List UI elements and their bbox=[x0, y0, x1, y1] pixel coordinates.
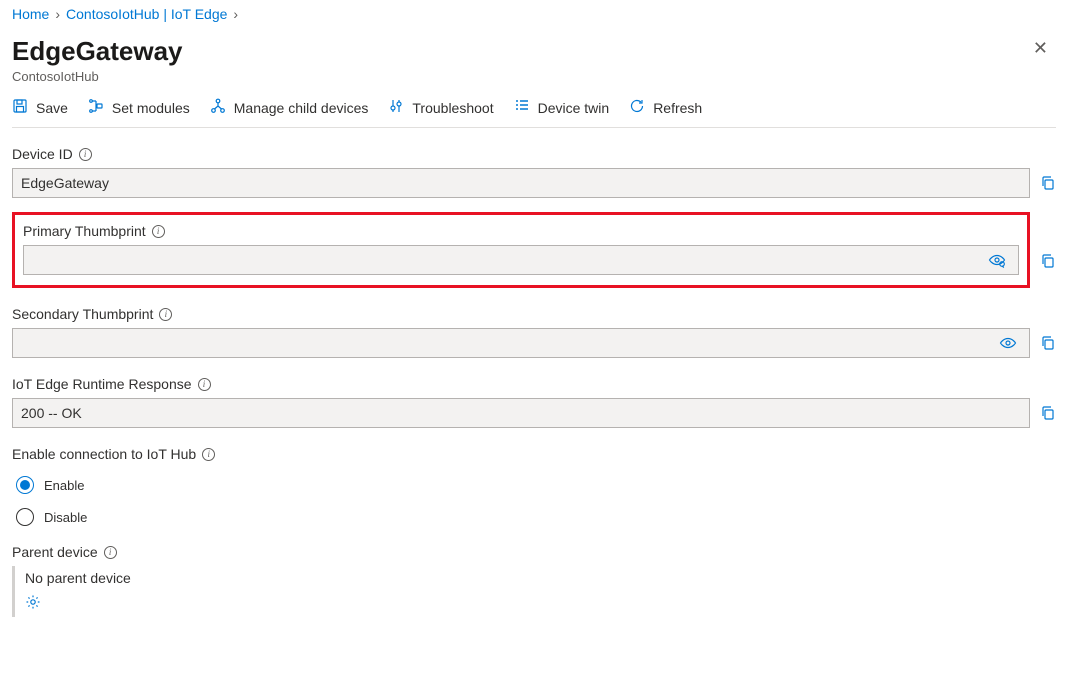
runtime-response-input[interactable] bbox=[12, 398, 1030, 428]
list-icon bbox=[514, 98, 530, 117]
secondary-thumbprint-label: Secondary Thumbprint i bbox=[12, 306, 1056, 322]
device-twin-label: Device twin bbox=[538, 100, 610, 116]
modules-icon bbox=[88, 98, 104, 117]
eye-icon[interactable] bbox=[999, 335, 1021, 351]
device-twin-button[interactable]: Device twin bbox=[514, 98, 610, 117]
eye-icon[interactable] bbox=[988, 252, 1010, 268]
hierarchy-icon bbox=[210, 98, 226, 117]
parent-device-label: Parent device i bbox=[12, 544, 1056, 560]
chevron-right-icon: › bbox=[55, 6, 60, 22]
radio-disable[interactable] bbox=[16, 508, 34, 526]
info-icon[interactable]: i bbox=[198, 378, 211, 391]
save-label: Save bbox=[36, 100, 68, 116]
breadcrumb-home[interactable]: Home bbox=[12, 6, 49, 22]
breadcrumb: Home › ContosoIotHub | IoT Edge › bbox=[12, 6, 1056, 22]
refresh-label: Refresh bbox=[653, 100, 702, 116]
troubleshoot-label: Troubleshoot bbox=[412, 100, 493, 116]
copy-icon[interactable] bbox=[1040, 253, 1056, 269]
radio-disable-label: Disable bbox=[44, 510, 87, 525]
breadcrumb-hub[interactable]: ContosoIotHub | IoT Edge bbox=[66, 6, 227, 22]
save-button[interactable]: Save bbox=[12, 98, 68, 117]
chevron-right-icon: › bbox=[233, 6, 238, 22]
primary-thumbprint-highlight: Primary Thumbprint i bbox=[12, 212, 1030, 288]
gear-icon[interactable] bbox=[25, 594, 41, 610]
set-modules-label: Set modules bbox=[112, 100, 190, 116]
save-icon bbox=[12, 98, 28, 117]
info-icon[interactable]: i bbox=[104, 546, 117, 559]
parent-device-box: No parent device bbox=[12, 566, 1056, 617]
command-bar: Save Set modules Manage child devices Tr… bbox=[12, 98, 1056, 128]
refresh-icon bbox=[629, 98, 645, 117]
troubleshoot-button[interactable]: Troubleshoot bbox=[388, 98, 493, 117]
enable-connection-radio-group: Enable Disable bbox=[12, 476, 1056, 526]
manage-child-label: Manage child devices bbox=[234, 100, 369, 116]
set-modules-button[interactable]: Set modules bbox=[88, 98, 190, 117]
primary-thumbprint-input[interactable] bbox=[23, 245, 1019, 275]
info-icon[interactable]: i bbox=[152, 225, 165, 238]
runtime-response-label: IoT Edge Runtime Response i bbox=[12, 376, 1056, 392]
info-icon[interactable]: i bbox=[79, 148, 92, 161]
manage-child-button[interactable]: Manage child devices bbox=[210, 98, 369, 117]
secondary-thumbprint-input[interactable] bbox=[12, 328, 1030, 358]
enable-connection-label: Enable connection to IoT Hub i bbox=[12, 446, 1056, 462]
page-subtitle: ContosoIotHub bbox=[12, 69, 183, 84]
primary-thumbprint-label: Primary Thumbprint i bbox=[23, 223, 1019, 239]
copy-icon[interactable] bbox=[1040, 175, 1056, 191]
page-title: EdgeGateway bbox=[12, 36, 183, 67]
radio-enable[interactable] bbox=[16, 476, 34, 494]
copy-icon[interactable] bbox=[1040, 335, 1056, 351]
radio-enable-label: Enable bbox=[44, 478, 84, 493]
info-icon[interactable]: i bbox=[202, 448, 215, 461]
device-id-label: Device ID i bbox=[12, 146, 1056, 162]
troubleshoot-icon bbox=[388, 98, 404, 117]
parent-device-value: No parent device bbox=[25, 570, 1052, 586]
page-header: EdgeGateway ContosoIotHub ✕ bbox=[12, 34, 1056, 98]
close-icon[interactable]: ✕ bbox=[1025, 34, 1056, 63]
device-id-input[interactable] bbox=[12, 168, 1030, 198]
copy-icon[interactable] bbox=[1040, 405, 1056, 421]
info-icon[interactable]: i bbox=[159, 308, 172, 321]
refresh-button[interactable]: Refresh bbox=[629, 98, 702, 117]
